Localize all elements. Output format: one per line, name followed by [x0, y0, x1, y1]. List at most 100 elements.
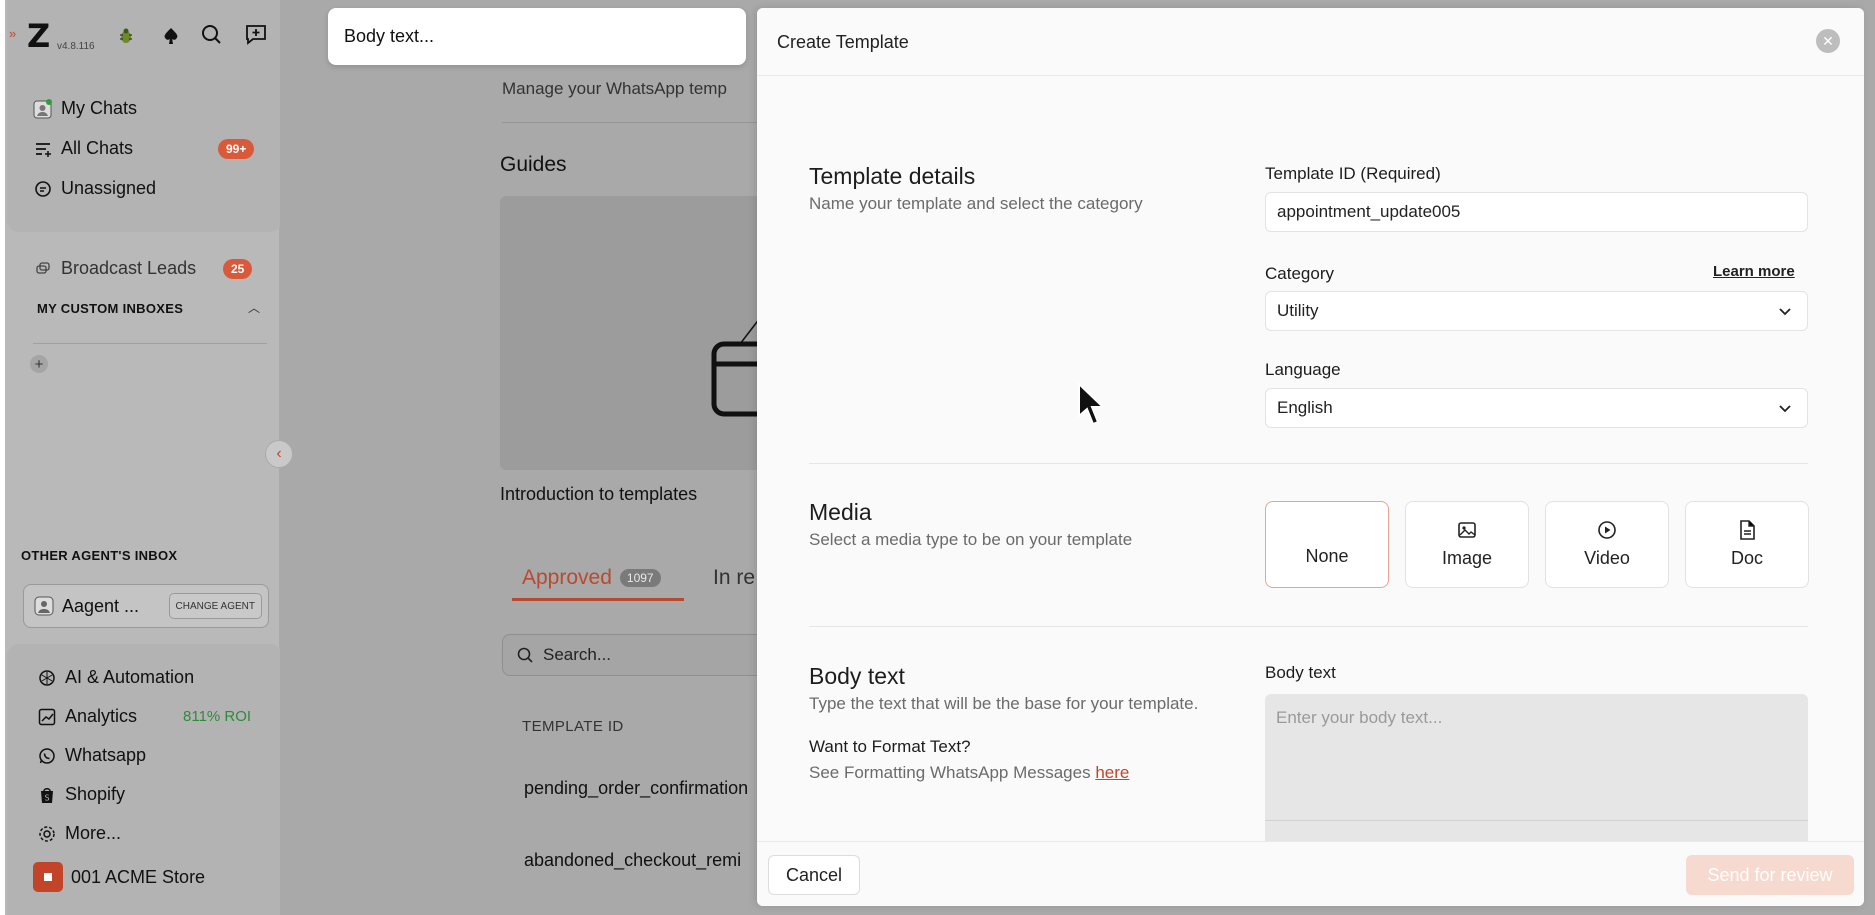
sidebar-item-label: Whatsapp	[65, 745, 147, 765]
learn-more-link[interactable]: Learn more	[1713, 263, 1795, 280]
custom-inboxes-heading: MY CUSTOM INBOXES	[37, 301, 184, 316]
change-agent-button[interactable]: CHANGE AGENT	[168, 593, 262, 619]
media-option-none[interactable]: None	[1265, 501, 1389, 588]
chevron-up-icon[interactable]: ︿	[248, 299, 260, 316]
language-select[interactable]: English	[1265, 388, 1808, 428]
close-icon[interactable]: ✕	[1816, 29, 1840, 53]
sidebar-item-analytics[interactable]: Analytics 811% ROI	[37, 706, 257, 727]
other-agents-heading: OTHER AGENT'S INBOX	[21, 548, 178, 563]
tab-active-underline	[512, 598, 684, 601]
format-heading: Want to Format Text?	[809, 737, 971, 756]
play-icon	[1598, 521, 1616, 539]
tab-approved[interactable]: Approved 1097	[522, 566, 661, 590]
agent-selector[interactable]: Aagent ... CHANGE AGENT	[23, 584, 269, 628]
chart-icon	[37, 707, 57, 727]
modal-footer: Cancel Send for review	[757, 841, 1864, 906]
search-icon[interactable]	[198, 21, 224, 47]
body-toolbar-divider	[1265, 820, 1808, 821]
sidebar-item-label: Analytics	[65, 706, 138, 726]
table-row[interactable]: abandoned_checkout_remi	[524, 850, 741, 871]
expand-arrows-icon[interactable]: »	[9, 26, 16, 41]
svg-text:S: S	[44, 793, 49, 802]
app-logo: Z	[27, 17, 51, 55]
sidebar-item-unassigned[interactable]: Unassigned	[33, 178, 156, 199]
sidebar-item-label: AI & Automation	[65, 667, 195, 687]
divider	[33, 343, 267, 344]
media-option-label: None	[1305, 546, 1349, 566]
chevron-down-icon	[1779, 308, 1791, 316]
details-subtitle: Name your template and select the catego…	[809, 194, 1143, 213]
divider	[809, 463, 1808, 464]
media-option-label: Doc	[1730, 548, 1763, 568]
openai-icon	[37, 668, 57, 688]
app-version: v4.8.116	[57, 41, 95, 52]
new-chat-icon[interactable]	[243, 21, 269, 47]
media-option-doc[interactable]: Doc	[1685, 501, 1809, 588]
whatsapp-icon	[37, 746, 57, 766]
media-subtitle: Select a media type to be on your templa…	[809, 530, 1133, 549]
body-text-popup[interactable]: Body text...	[328, 8, 746, 65]
body-text-input[interactable]: Enter your body text...	[1265, 694, 1808, 844]
category-select[interactable]: Utility	[1265, 291, 1808, 331]
document-icon	[1740, 520, 1755, 540]
all-chats-badge: 99+	[218, 138, 255, 159]
sidebar: » Z v4.8.116 My Chats All Chats 99+ Unas…	[5, 0, 282, 915]
media-title: Media	[809, 499, 872, 525]
guide-caption[interactable]: Introduction to templates	[500, 484, 697, 505]
modal-header: Create Template ✕	[757, 8, 1864, 76]
store-name: 001 ACME Store	[71, 866, 206, 887]
spade-icon[interactable]	[158, 23, 184, 49]
search-placeholder: Search...	[543, 645, 612, 664]
sidebar-item-label: More...	[65, 823, 122, 843]
body-title: Body text	[809, 663, 905, 689]
sidebar-item-label: Unassigned	[61, 178, 157, 198]
gear-icon	[37, 824, 57, 844]
tab-approved-label: Approved	[522, 566, 612, 589]
body-placeholder: Enter your body text...	[1276, 708, 1443, 727]
media-option-label: Image	[1441, 548, 1493, 568]
language-label: Language	[1265, 360, 1341, 379]
media-option-image[interactable]: Image	[1405, 501, 1529, 588]
filter-icon	[33, 139, 53, 159]
sidebar-item-broadcast-leads[interactable]: Broadcast Leads 25	[33, 258, 263, 279]
media-option-video[interactable]: Video	[1545, 501, 1669, 588]
broadcast-icon	[33, 259, 53, 279]
collapse-sidebar-button[interactable]: ‹	[265, 440, 293, 468]
format-help: See Formatting WhatsApp Messages here	[809, 763, 1129, 783]
sidebar-item-my-chats[interactable]: My Chats	[33, 98, 137, 119]
roi-value: 811% ROI	[183, 708, 252, 725]
sidebar-item-whatsapp[interactable]: Whatsapp	[37, 745, 146, 766]
chevron-down-icon	[1779, 405, 1791, 413]
table-row[interactable]: pending_order_confirmation	[524, 778, 748, 799]
mouse-cursor-icon	[1078, 382, 1106, 426]
sidebar-item-shopify[interactable]: S Shopify	[37, 784, 125, 805]
send-for-review-button[interactable]: Send for review	[1686, 855, 1854, 895]
sidebar-item-label: Shopify	[65, 784, 126, 804]
create-template-modal: Create Template ✕ Template details Name …	[757, 8, 1864, 906]
formatting-here-link[interactable]: here	[1095, 763, 1129, 782]
template-id-label: Template ID (Required)	[1265, 164, 1441, 183]
category-value: Utility	[1277, 301, 1319, 320]
sidebar-item-label: Broadcast Leads	[61, 258, 197, 278]
sidebar-item-ai-automation[interactable]: AI & Automation	[37, 667, 194, 688]
sidebar-item-all-chats[interactable]: All Chats 99+	[33, 138, 263, 159]
language-value: English	[1277, 398, 1333, 417]
bug-icon[interactable]	[113, 23, 139, 49]
media-option-label: Video	[1584, 548, 1630, 568]
tab-in-review[interactable]: In re	[713, 566, 755, 590]
template-id-input[interactable]: appointment_update005	[1265, 192, 1808, 232]
chat-bubble-icon	[33, 179, 53, 199]
store-selector[interactable]: 001 ACME Store	[33, 862, 205, 892]
guide-thumbnail[interactable]	[500, 196, 790, 470]
template-id-value: appointment_update005	[1277, 202, 1461, 221]
format-help-text: See Formatting WhatsApp Messages	[809, 763, 1091, 782]
sidebar-item-more[interactable]: More...	[37, 823, 121, 844]
sidebar-item-label: All Chats	[61, 138, 134, 158]
agent-name: Aagent ...	[62, 596, 140, 616]
avatar-icon	[33, 98, 53, 119]
agent-avatar-icon	[34, 596, 54, 621]
cancel-button[interactable]: Cancel	[768, 855, 860, 895]
broadcast-badge: 25	[223, 258, 253, 279]
add-inbox-icon[interactable]: +	[30, 355, 48, 373]
body-text-label: Body text	[1265, 663, 1336, 682]
